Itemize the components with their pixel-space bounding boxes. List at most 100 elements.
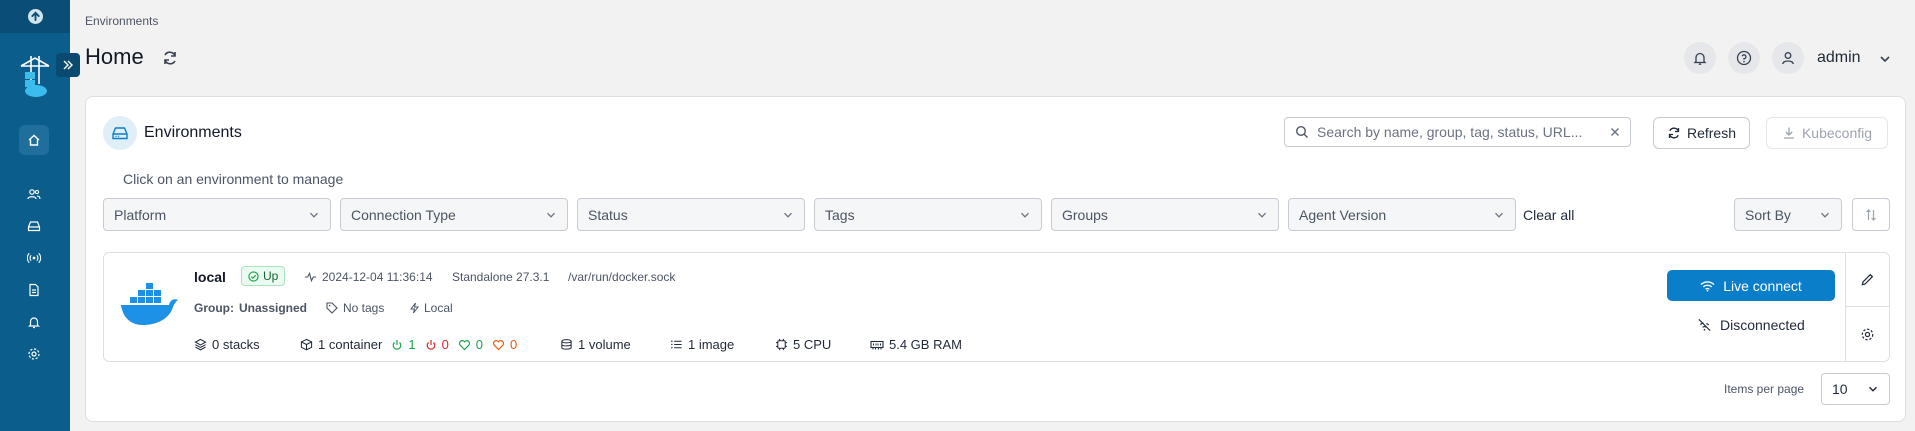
environment-settings-button[interactable]: [1846, 307, 1889, 361]
sort-direction-button[interactable]: [1852, 198, 1890, 231]
filter-connection-type[interactable]: Connection Type: [340, 198, 568, 231]
sidebar-item-notifications[interactable]: [24, 312, 44, 332]
environment-tags: No tags: [326, 301, 384, 315]
clear-all-button[interactable]: Clear all: [1523, 207, 1574, 223]
group-label: Group:: [194, 301, 234, 315]
sidebar-expand-button[interactable]: [56, 53, 80, 77]
connection-state: Disconnected: [1697, 317, 1805, 333]
stopped-count: 0: [441, 337, 449, 352]
stacks-count: 0 stacks: [194, 337, 260, 352]
help-button[interactable]: [1728, 42, 1760, 74]
breadcrumb[interactable]: Environments: [85, 14, 158, 28]
sidebar-item-home[interactable]: [19, 125, 49, 155]
filter-label: Groups: [1062, 206, 1108, 223]
healthy-count: 0: [475, 337, 484, 352]
environments-widget: Environments Refresh Kubeconfig Click on…: [85, 96, 1906, 422]
gear-icon: [1861, 328, 1874, 340]
containers-label: 1 container: [318, 337, 383, 352]
chevron-down-icon[interactable]: [1878, 52, 1892, 66]
tags-label: No tags: [343, 301, 385, 315]
environment-actions: [1845, 253, 1889, 361]
containers-count: 1 container 1 0 0 0: [300, 337, 517, 352]
filter-status[interactable]: Status: [577, 198, 805, 231]
layers-icon: [194, 338, 207, 351]
radio-icon: [27, 252, 41, 264]
environment-item[interactable]: local Up 2024-12-04 11:36:14 Standalone …: [103, 252, 1890, 362]
widget-title: Environments: [144, 124, 242, 141]
search-icon: [1295, 125, 1308, 138]
hard-drive-icon: [27, 221, 41, 232]
file-text-icon: [29, 283, 39, 297]
filter-groups[interactable]: Groups: [1051, 198, 1279, 231]
environment-group: Group: Unassigned: [194, 301, 307, 315]
sort-by-label: Sort By: [1745, 206, 1791, 223]
sidebar-item-environments[interactable]: [24, 216, 44, 236]
live-connect-label: Live connect: [1723, 277, 1802, 294]
environment-name: local: [194, 269, 226, 285]
user-avatar[interactable]: [1772, 42, 1804, 74]
status-badge: Up: [241, 266, 286, 286]
heart-unhealthy-icon: [492, 339, 505, 350]
power-running-icon: [392, 339, 402, 350]
items-per-page-select[interactable]: 10: [1821, 373, 1890, 405]
users-icon: [27, 189, 41, 200]
chevron-down-icon: [1868, 386, 1878, 392]
sort-by-select[interactable]: Sort By: [1734, 198, 1842, 231]
chevron-down-icon: [1258, 212, 1266, 218]
list-icon: [671, 340, 682, 349]
reload-icon[interactable]: [161, 49, 179, 67]
portainer-logo-icon[interactable]: [17, 52, 55, 98]
sidebar-item-settings[interactable]: [24, 344, 44, 364]
page-title: Home: [85, 44, 144, 69]
filter-agent-version[interactable]: Agent Version: [1288, 198, 1516, 231]
filter-label: Connection Type: [351, 206, 456, 223]
filter-label: Platform: [114, 206, 167, 223]
sidebar-item-edge[interactable]: [24, 248, 44, 268]
memory-icon: [870, 340, 884, 349]
volumes-count: 1 volume: [560, 337, 631, 352]
edit-environment-button[interactable]: [1846, 253, 1889, 307]
search-input[interactable]: [1317, 124, 1610, 140]
status-label: Up: [263, 269, 279, 283]
refresh-button[interactable]: Refresh: [1653, 117, 1750, 149]
chevron-down-icon: [1495, 212, 1503, 218]
check-circle-icon: [248, 270, 259, 282]
sidebar-item-logs[interactable]: [24, 280, 44, 300]
search-box[interactable]: [1284, 117, 1631, 147]
kubeconfig-button[interactable]: Kubeconfig: [1766, 117, 1888, 149]
refresh-label: Refresh: [1686, 125, 1737, 141]
connection-state-label: Disconnected: [1720, 317, 1805, 333]
chevron-down-icon: [784, 212, 792, 218]
filter-label: Status: [588, 206, 628, 223]
upgrade-icon[interactable]: [27, 9, 43, 24]
live-connect-button[interactable]: Live connect: [1667, 270, 1835, 301]
zap-icon: [410, 302, 419, 314]
pencil-icon: [1861, 273, 1874, 286]
clear-search-icon[interactable]: [1610, 127, 1620, 137]
refresh-icon: [1668, 127, 1680, 139]
database-icon: [561, 339, 572, 350]
help-circle-icon: [1736, 50, 1752, 66]
chevron-down-icon: [1021, 212, 1029, 218]
filter-tags[interactable]: Tags: [814, 198, 1042, 231]
images-count: 1 image: [670, 337, 734, 352]
user-name[interactable]: admin: [1817, 49, 1861, 67]
power-stopped-icon: [426, 339, 435, 350]
box-icon: [300, 338, 313, 351]
sidebar-item-users[interactable]: [24, 184, 44, 204]
unhealthy-count: 0: [510, 337, 518, 352]
environment-locality: Local: [410, 301, 453, 315]
download-icon: [1783, 127, 1794, 139]
notifications-button[interactable]: [1684, 42, 1716, 74]
running-count: 1: [408, 337, 416, 352]
filter-label: Agent Version: [1299, 206, 1387, 223]
home-icon: [28, 134, 40, 146]
stacks-label: 0 stacks: [212, 337, 260, 352]
items-per-page-label: Items per page: [1724, 382, 1805, 396]
heart-healthy-icon: [458, 339, 470, 350]
hint-text: Click on an environment to manage: [123, 171, 344, 187]
tag-icon: [326, 302, 338, 314]
filter-platform[interactable]: Platform: [103, 198, 331, 231]
gear-icon: [28, 348, 40, 360]
kubeconfig-label: Kubeconfig: [1801, 125, 1873, 141]
